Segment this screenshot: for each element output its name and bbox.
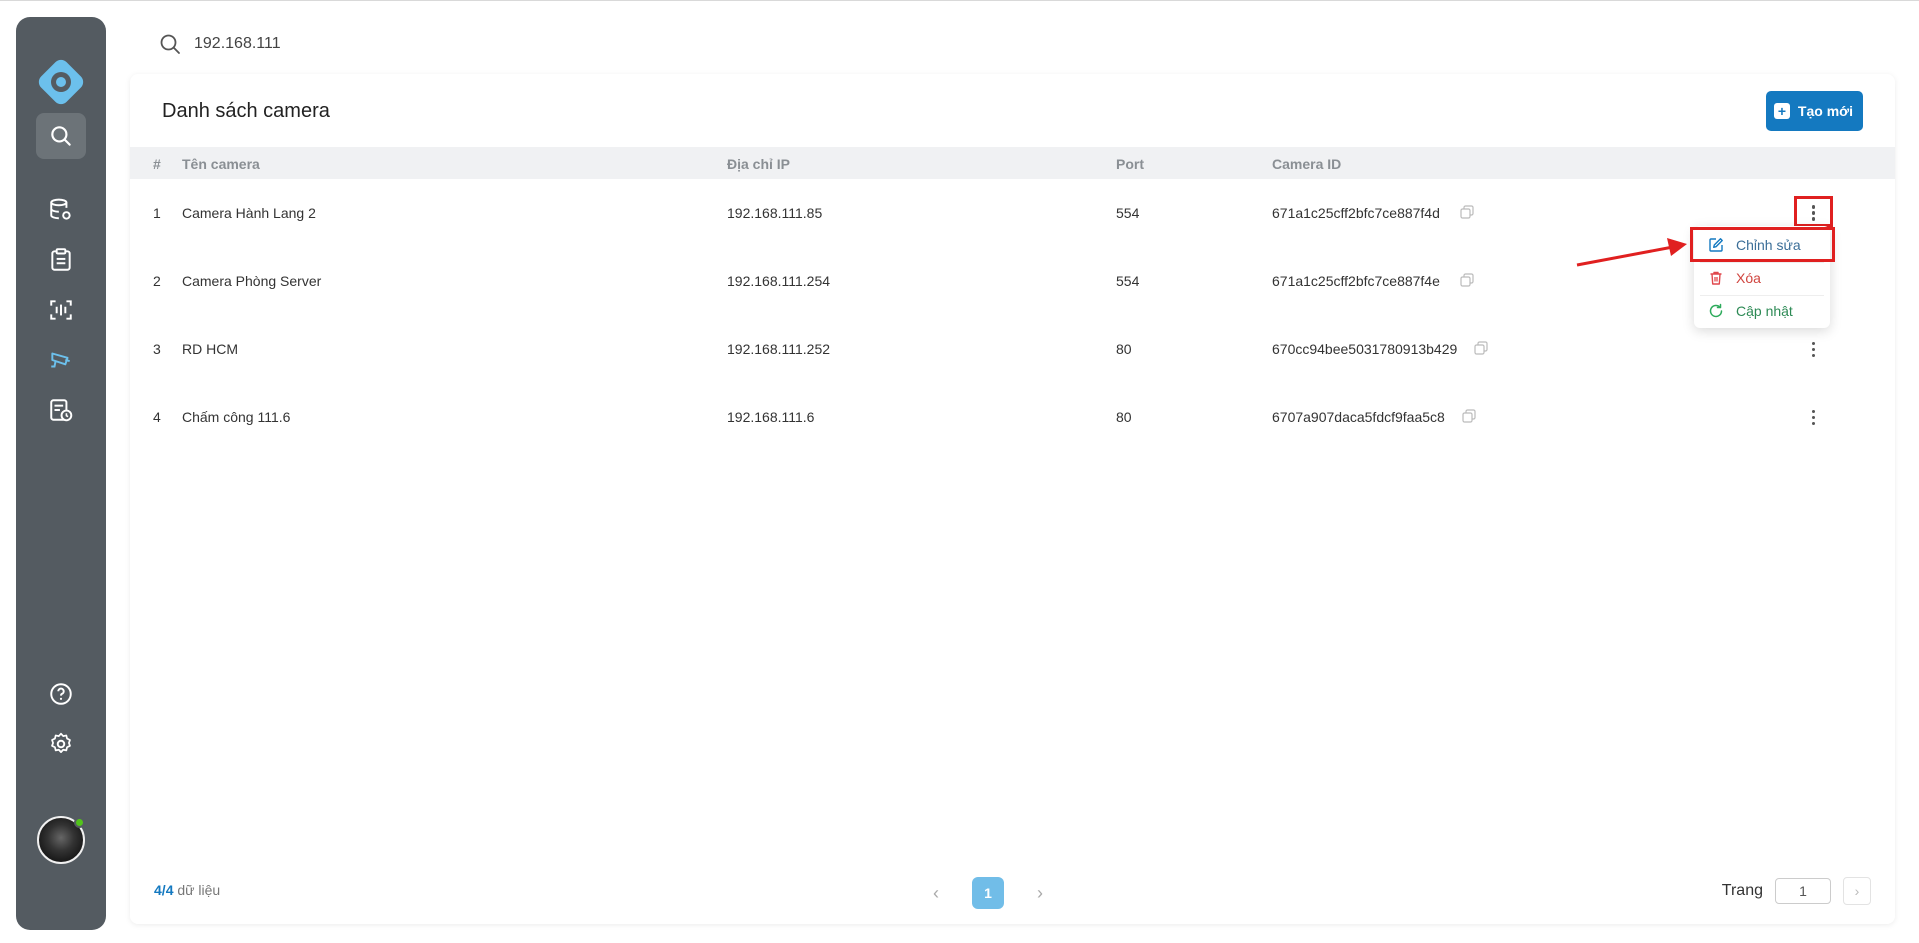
copy-icon[interactable]: [1462, 409, 1476, 423]
record-count-suffix: dữ liệu: [173, 882, 221, 898]
row-actions-button[interactable]: [1806, 405, 1820, 429]
app-logo[interactable]: [34, 55, 88, 109]
menu-delete-label: Xóa: [1736, 270, 1761, 286]
menu-update[interactable]: Cập nhật: [1694, 295, 1830, 327]
sidebar: [16, 17, 106, 930]
search-input[interactable]: [194, 35, 594, 53]
highlight-box: [1690, 227, 1835, 262]
clipboard-list-icon: [51, 248, 71, 271]
camera-port: 80: [1116, 341, 1132, 357]
nav-face-scan[interactable]: [36, 287, 86, 333]
camera-id: 671a1c25cff2bfc7ce887f4d: [1272, 205, 1440, 221]
goto-page-input[interactable]: [1775, 878, 1831, 904]
header-ip: Địa chỉ IP: [727, 156, 791, 172]
nav-camera[interactable]: [36, 337, 86, 383]
camera-name: Chấm công 111.6: [182, 409, 291, 425]
gear-icon: [51, 732, 71, 753]
refresh-icon: [1709, 303, 1723, 318]
goto-page: Trang ›: [1722, 877, 1871, 905]
trash-icon: [1710, 271, 1722, 285]
camera-id: 671a1c25cff2bfc7ce887f4e: [1272, 273, 1440, 289]
annotation-arrow: [1576, 238, 1687, 267]
nav-list[interactable]: [36, 237, 86, 283]
menu-update-label: Cập nhật: [1736, 303, 1793, 319]
header-port: Port: [1116, 156, 1144, 172]
camera-ip: 192.168.111.252: [727, 341, 831, 357]
table-row[interactable]: 4 Chấm công 111.6 192.168.111.6 80 6707a…: [130, 383, 1895, 451]
nav-report[interactable]: [36, 387, 86, 433]
top-border: [0, 0, 1919, 1]
camera-id: 670cc94bee5031780913b429: [1272, 341, 1458, 357]
camera-port: 554: [1116, 273, 1140, 289]
camera-name: Camera Hành Lang 2: [182, 205, 316, 221]
online-status-dot: [74, 817, 85, 828]
goto-page-label: Trang: [1721, 882, 1763, 899]
row-index: 3: [153, 341, 161, 357]
camera-ip: 192.168.111.254: [727, 273, 831, 289]
record-count: 4/4 dữ liệu: [154, 882, 220, 898]
camera-list-card: Danh sách camera + Tạo mới # Tên camera …: [130, 74, 1895, 924]
camera-ip: 192.168.111.85: [727, 205, 823, 221]
header-name: Tên camera: [182, 156, 260, 172]
header-camera-id: Camera ID: [1272, 156, 1342, 172]
copy-icon[interactable]: [1460, 273, 1474, 287]
row-index: 2: [153, 273, 161, 289]
nav-search[interactable]: [36, 113, 86, 159]
camera-name: Camera Phòng Server: [182, 273, 322, 289]
nav-settings[interactable]: [36, 721, 86, 767]
table-row[interactable]: 3 RD HCM 192.168.111.252 80 670cc94bee50…: [130, 315, 1895, 383]
search-icon: [51, 126, 71, 146]
scan-icon: [50, 300, 72, 320]
prev-page-icon[interactable]: ‹: [930, 883, 942, 904]
nav-database[interactable]: [36, 187, 86, 233]
camera-ip: 192.168.111.6: [727, 409, 815, 425]
camera-port: 554: [1116, 205, 1140, 221]
goto-next-icon[interactable]: ›: [1843, 877, 1871, 905]
table-header: # Tên camera Địa chỉ IP Port Camera ID: [130, 147, 1895, 179]
search-icon: [160, 34, 180, 54]
search-bar: [158, 30, 594, 58]
database-settings-icon: [50, 198, 71, 220]
create-button[interactable]: + Tạo mới: [1765, 91, 1863, 131]
avatar[interactable]: [37, 816, 85, 864]
row-index: 4: [153, 409, 161, 425]
menu-delete[interactable]: Xóa: [1694, 262, 1830, 294]
report-clock-icon: [50, 399, 73, 422]
create-button-label: Tạo mới: [1797, 103, 1853, 119]
help-icon: [50, 683, 72, 705]
camera-port: 80: [1116, 409, 1132, 425]
record-count-current: 4: [154, 882, 162, 898]
copy-icon[interactable]: [1460, 205, 1474, 219]
plus-icon: +: [1773, 103, 1790, 119]
cctv-camera-icon: [51, 352, 70, 368]
row-actions-button[interactable]: [1806, 337, 1820, 361]
camera-name: RD HCM: [182, 341, 238, 357]
page-number-current[interactable]: 1: [972, 877, 1004, 909]
header-index: #: [153, 156, 161, 172]
camera-id: 6707a907daca5fdcf9faa5c8: [1272, 409, 1445, 425]
nav-help[interactable]: [36, 671, 86, 717]
row-index: 1: [153, 205, 161, 221]
page-title: Danh sách camera: [162, 100, 330, 122]
active-row-actions-button[interactable]: [1809, 201, 1817, 223]
copy-icon[interactable]: [1474, 341, 1488, 355]
pagination: ‹ 1 ›: [930, 877, 1046, 909]
next-page-icon[interactable]: ›: [1034, 883, 1046, 904]
